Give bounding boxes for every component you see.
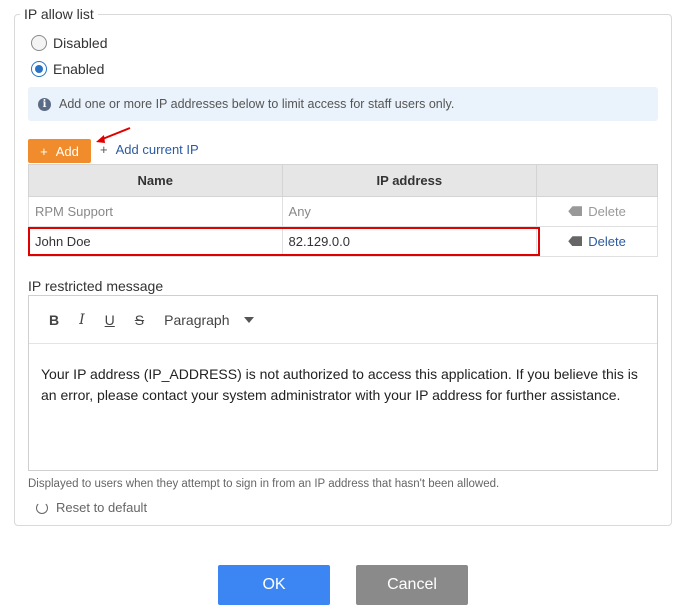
row-ip[interactable]: 82.129.0.0 — [281, 226, 538, 257]
column-header-action — [536, 164, 658, 197]
chevron-down-icon — [243, 316, 254, 323]
ip-table: Name IP address RPM Support Any Delete J… — [28, 164, 658, 257]
row-name[interactable]: John Doe — [28, 226, 283, 257]
info-icon: i — [38, 97, 51, 111]
column-header-name: Name — [28, 164, 283, 197]
table-row: RPM Support Any Delete — [28, 196, 658, 227]
radio-disabled-label: Disabled — [53, 35, 108, 51]
info-banner: i Add one or more IP addresses below to … — [28, 87, 658, 121]
underline-icon[interactable]: U — [105, 312, 115, 328]
strikethrough-icon[interactable]: S — [135, 312, 144, 328]
delete-button: Delete — [568, 204, 626, 219]
table-row: John Doe 82.129.0.0 Delete — [28, 226, 658, 257]
add-button[interactable]: + Add — [28, 139, 91, 163]
editor-toolbar: B I U S Paragraph — [29, 296, 657, 344]
editor-content[interactable]: Your IP address (IP_ADDRESS) is not auth… — [29, 344, 657, 426]
bold-icon[interactable]: B — [49, 312, 59, 328]
reset-icon — [36, 501, 48, 514]
row-action: Delete — [536, 226, 658, 257]
delete-label: Delete — [588, 203, 626, 219]
radio-enabled-button[interactable] — [31, 61, 47, 77]
italic-icon[interactable]: I — [79, 312, 85, 328]
add-current-ip-link[interactable]: + Add current IP — [100, 142, 199, 157]
ok-button[interactable]: OK — [218, 565, 330, 605]
backspace-icon — [568, 206, 583, 217]
plus-icon: + — [40, 143, 48, 159]
message-editor[interactable]: B I U S Paragraph Your IP address (IP_AD… — [28, 295, 658, 471]
radio-enabled-label: Enabled — [53, 61, 105, 77]
add-current-ip-label: Add current IP — [115, 142, 199, 157]
column-header-ip: IP address — [281, 164, 538, 197]
row-action: Delete — [536, 196, 658, 227]
plus-icon: + — [100, 142, 108, 157]
delete-button[interactable]: Delete — [568, 234, 626, 249]
cancel-button[interactable]: Cancel — [356, 565, 468, 605]
add-button-label: Add — [55, 143, 79, 159]
row-ip: Any — [281, 196, 538, 227]
reset-label: Reset to default — [56, 500, 148, 515]
ip-allow-list-legend: IP allow list — [20, 6, 98, 22]
radio-enabled[interactable]: Enabled — [31, 61, 104, 77]
row-name: RPM Support — [28, 196, 283, 227]
table-header-row: Name IP address — [28, 164, 658, 197]
info-text: Add one or more IP addresses below to li… — [59, 97, 455, 111]
ip-restricted-message-label: IP restricted message — [28, 278, 164, 294]
radio-disabled[interactable]: Disabled — [31, 35, 107, 51]
message-help-text: Displayed to users when they attempt to … — [28, 478, 500, 490]
paragraph-format-label: Paragraph — [164, 311, 230, 328]
backspace-icon — [568, 236, 583, 247]
radio-disabled-button[interactable] — [31, 35, 47, 51]
reset-to-default-link[interactable]: Reset to default — [36, 500, 147, 515]
paragraph-format-dropdown[interactable]: Paragraph — [164, 311, 254, 328]
delete-label: Delete — [588, 233, 626, 249]
